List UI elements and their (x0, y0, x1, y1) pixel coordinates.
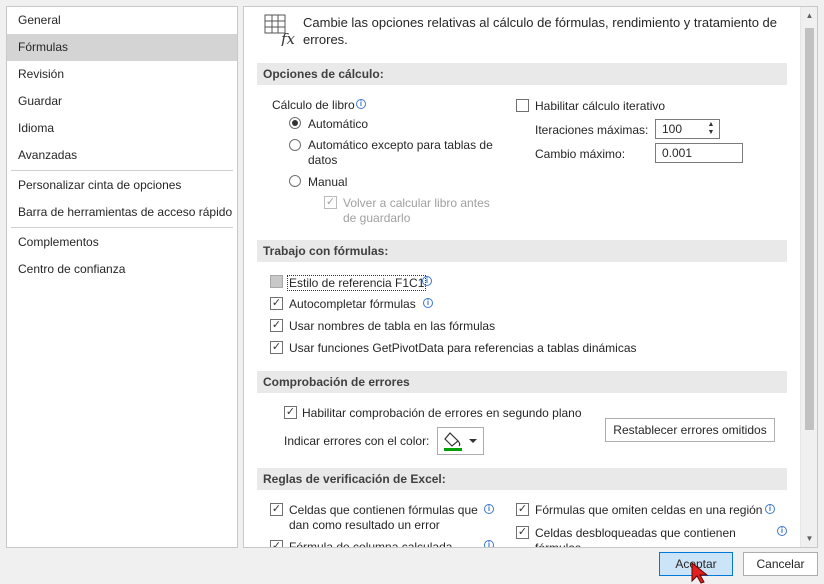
workbook-calc-label: Cálculo de libro (272, 98, 355, 112)
formula-fx-icon: fx (264, 14, 296, 46)
calc-mode-auto-except-radio[interactable] (289, 139, 301, 151)
max-iterations-label: Iteraciones máximas: (535, 123, 649, 137)
max-iterations-value: 100 (662, 122, 683, 136)
rule-label[interactable]: Fórmula de columna calculada (289, 540, 452, 547)
sidebar-item-quick-access-toolbar[interactable]: Barra de herramientas de acceso rápido (7, 199, 237, 226)
calc-mode-auto-except-label[interactable]: Automático excepto para tablas de datos (308, 138, 508, 168)
scrollbar-thumb[interactable] (805, 28, 814, 430)
rule-label[interactable]: Celdas desbloqueadas que contienen fórmu… (535, 526, 745, 547)
scroll-up-icon[interactable]: ▲ (801, 7, 817, 24)
sidebar-item-save[interactable]: Guardar (7, 88, 237, 115)
rule-checkbox[interactable]: ✓ (270, 503, 283, 516)
calc-mode-automatic-radio[interactable] (289, 117, 301, 129)
scroll-down-icon[interactable]: ▼ (801, 530, 817, 547)
background-error-check-checkbox[interactable]: ✓ (284, 406, 297, 419)
iterative-calc-checkbox[interactable] (516, 99, 529, 112)
sidebar-item-general[interactable]: General (7, 7, 237, 34)
rule-label[interactable]: Fórmulas que omiten celdas en una región (535, 503, 762, 517)
iterative-calc-label[interactable]: Habilitar cálculo iterativo (535, 99, 665, 113)
r1c1-reference-checkbox[interactable] (270, 275, 283, 288)
rule-label[interactable]: Celdas que contienen fórmulas que dan co… (289, 503, 484, 533)
sidebar-divider (11, 170, 233, 171)
calc-mode-manual-radio[interactable] (289, 175, 301, 187)
autocomplete-checkbox[interactable]: ✓ (270, 297, 283, 310)
getpivotdata-checkbox[interactable]: ✓ (270, 341, 283, 354)
sidebar-item-formulas[interactable]: Fórmulas (7, 34, 237, 61)
info-icon[interactable]: i (484, 504, 494, 514)
mouse-cursor-icon (691, 562, 709, 584)
cancel-button[interactable]: Cancelar (743, 552, 818, 576)
max-change-label: Cambio máximo: (535, 147, 626, 161)
info-icon[interactable]: i (777, 526, 787, 536)
section-error-checking-title: Comprobación de errores (257, 371, 787, 393)
section-formulas-title: Trabajo con fórmulas: (257, 240, 787, 262)
calc-mode-automatic-label[interactable]: Automático (308, 117, 368, 131)
page-description: Cambie las opciones relativas al cálculo… (303, 15, 778, 47)
paint-bucket-icon (444, 432, 477, 451)
error-color-label: Indicar errores con el color: (284, 434, 430, 448)
info-icon[interactable]: i (356, 99, 366, 109)
sidebar-item-proofing[interactable]: Revisión (7, 61, 237, 88)
recalc-before-save-label: Volver a calcular libro antes de guardar… (343, 196, 490, 225)
vertical-scrollbar[interactable]: ▲ ▼ (800, 7, 817, 547)
sidebar-item-language[interactable]: Idioma (7, 115, 237, 142)
spinner-arrows-icon[interactable]: ▲ ▼ (706, 121, 716, 137)
max-change-field[interactable]: 0.001 (655, 143, 743, 163)
sidebar-item-customize-ribbon[interactable]: Personalizar cinta de opciones (7, 172, 237, 199)
getpivotdata-label[interactable]: Usar funciones GetPivotData para referen… (289, 341, 637, 355)
info-icon[interactable]: i (423, 298, 433, 308)
recalc-before-save-checkbox[interactable]: ✓ (324, 196, 337, 209)
table-names-checkbox[interactable]: ✓ (270, 319, 283, 332)
sidebar-item-advanced[interactable]: Avanzadas (7, 142, 237, 169)
info-icon[interactable]: i (422, 276, 432, 286)
sidebar-item-trust-center[interactable]: Centro de confianza (7, 256, 237, 283)
background-error-check-label[interactable]: Habilitar comprobación de errores en seg… (302, 406, 582, 420)
sidebar-item-addins[interactable]: Complementos (7, 229, 237, 256)
table-names-label[interactable]: Usar nombres de tabla en las fórmulas (289, 319, 495, 333)
options-category-list: General Fórmulas Revisión Guardar Idioma… (6, 6, 238, 548)
error-color-picker[interactable] (437, 427, 484, 455)
r1c1-reference-label[interactable]: Estilo de referencia F1C1 (287, 275, 427, 291)
formulas-options-panel: fx Cambie las opciones relativas al cálc… (243, 6, 818, 548)
rule-checkbox[interactable]: ✓ (516, 503, 529, 516)
autocomplete-label[interactable]: Autocompletar fórmulas (289, 297, 416, 311)
svg-text:fx: fx (280, 30, 296, 46)
max-iterations-stepper[interactable]: 100 ▲ ▼ (655, 119, 720, 139)
info-icon[interactable]: i (484, 540, 494, 547)
sidebar-divider (11, 227, 233, 228)
reset-ignored-errors-button[interactable]: Restablecer errores omitidos (605, 418, 775, 442)
section-calculation-title: Opciones de cálculo: (257, 63, 787, 85)
rule-checkbox[interactable]: ✓ (516, 526, 529, 539)
section-rules-title: Reglas de verificación de Excel: (257, 468, 787, 490)
rule-checkbox[interactable]: ✓ (270, 540, 283, 547)
calc-mode-manual-label[interactable]: Manual (308, 175, 347, 189)
info-icon[interactable]: i (765, 504, 775, 514)
